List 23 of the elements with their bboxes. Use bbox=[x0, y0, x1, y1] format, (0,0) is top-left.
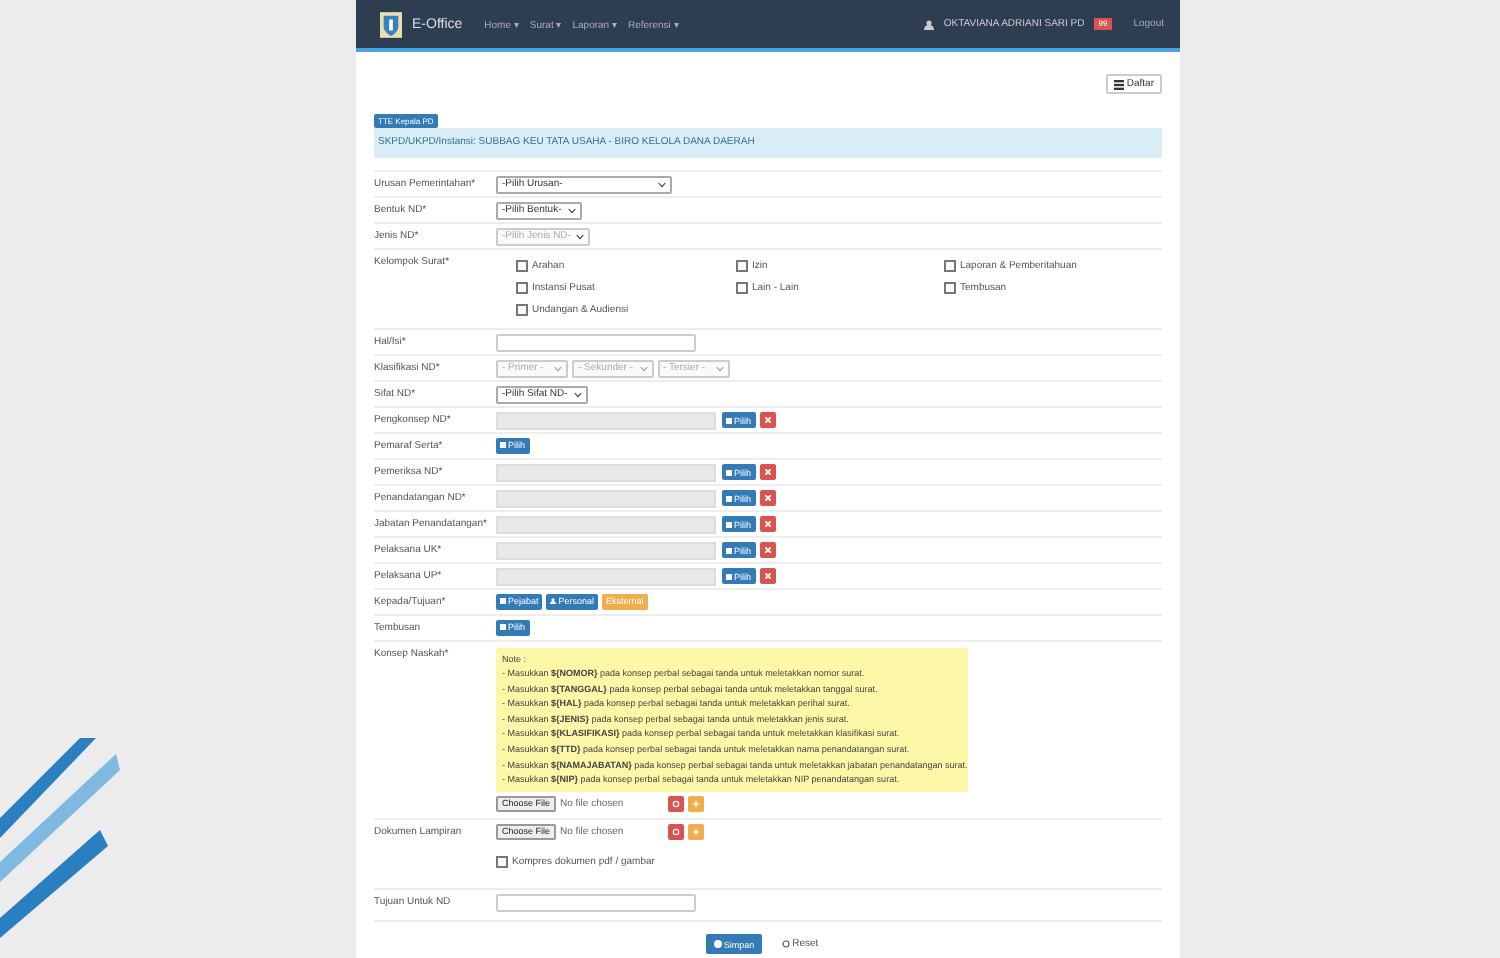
chevron-down-icon bbox=[715, 365, 724, 371]
plus-icon bbox=[692, 799, 701, 808]
shield-logo-icon bbox=[380, 11, 402, 37]
remove-button[interactable] bbox=[759, 464, 776, 480]
chevron-down-icon bbox=[658, 181, 666, 187]
chevron-down-icon bbox=[573, 391, 582, 397]
text-input-field[interactable] bbox=[496, 893, 696, 912]
remove-button[interactable] bbox=[759, 516, 776, 532]
user-icon bbox=[923, 19, 934, 29]
remove-button[interactable] bbox=[668, 823, 685, 840]
chevron-down-icon bbox=[567, 207, 576, 213]
remove-button[interactable] bbox=[668, 795, 685, 812]
user-icon bbox=[550, 598, 557, 604]
chevron-down-icon bbox=[639, 365, 648, 371]
chevron-down-icon bbox=[576, 233, 585, 239]
text-input-field[interactable] bbox=[496, 333, 696, 351]
remove-button[interactable] bbox=[759, 542, 776, 558]
remove-button[interactable] bbox=[759, 490, 776, 506]
plus-icon bbox=[692, 827, 701, 836]
refresh-icon bbox=[782, 940, 791, 949]
remove-button[interactable] bbox=[759, 412, 776, 428]
chevron-down-icon bbox=[554, 365, 562, 371]
remove-button[interactable] bbox=[759, 568, 776, 584]
